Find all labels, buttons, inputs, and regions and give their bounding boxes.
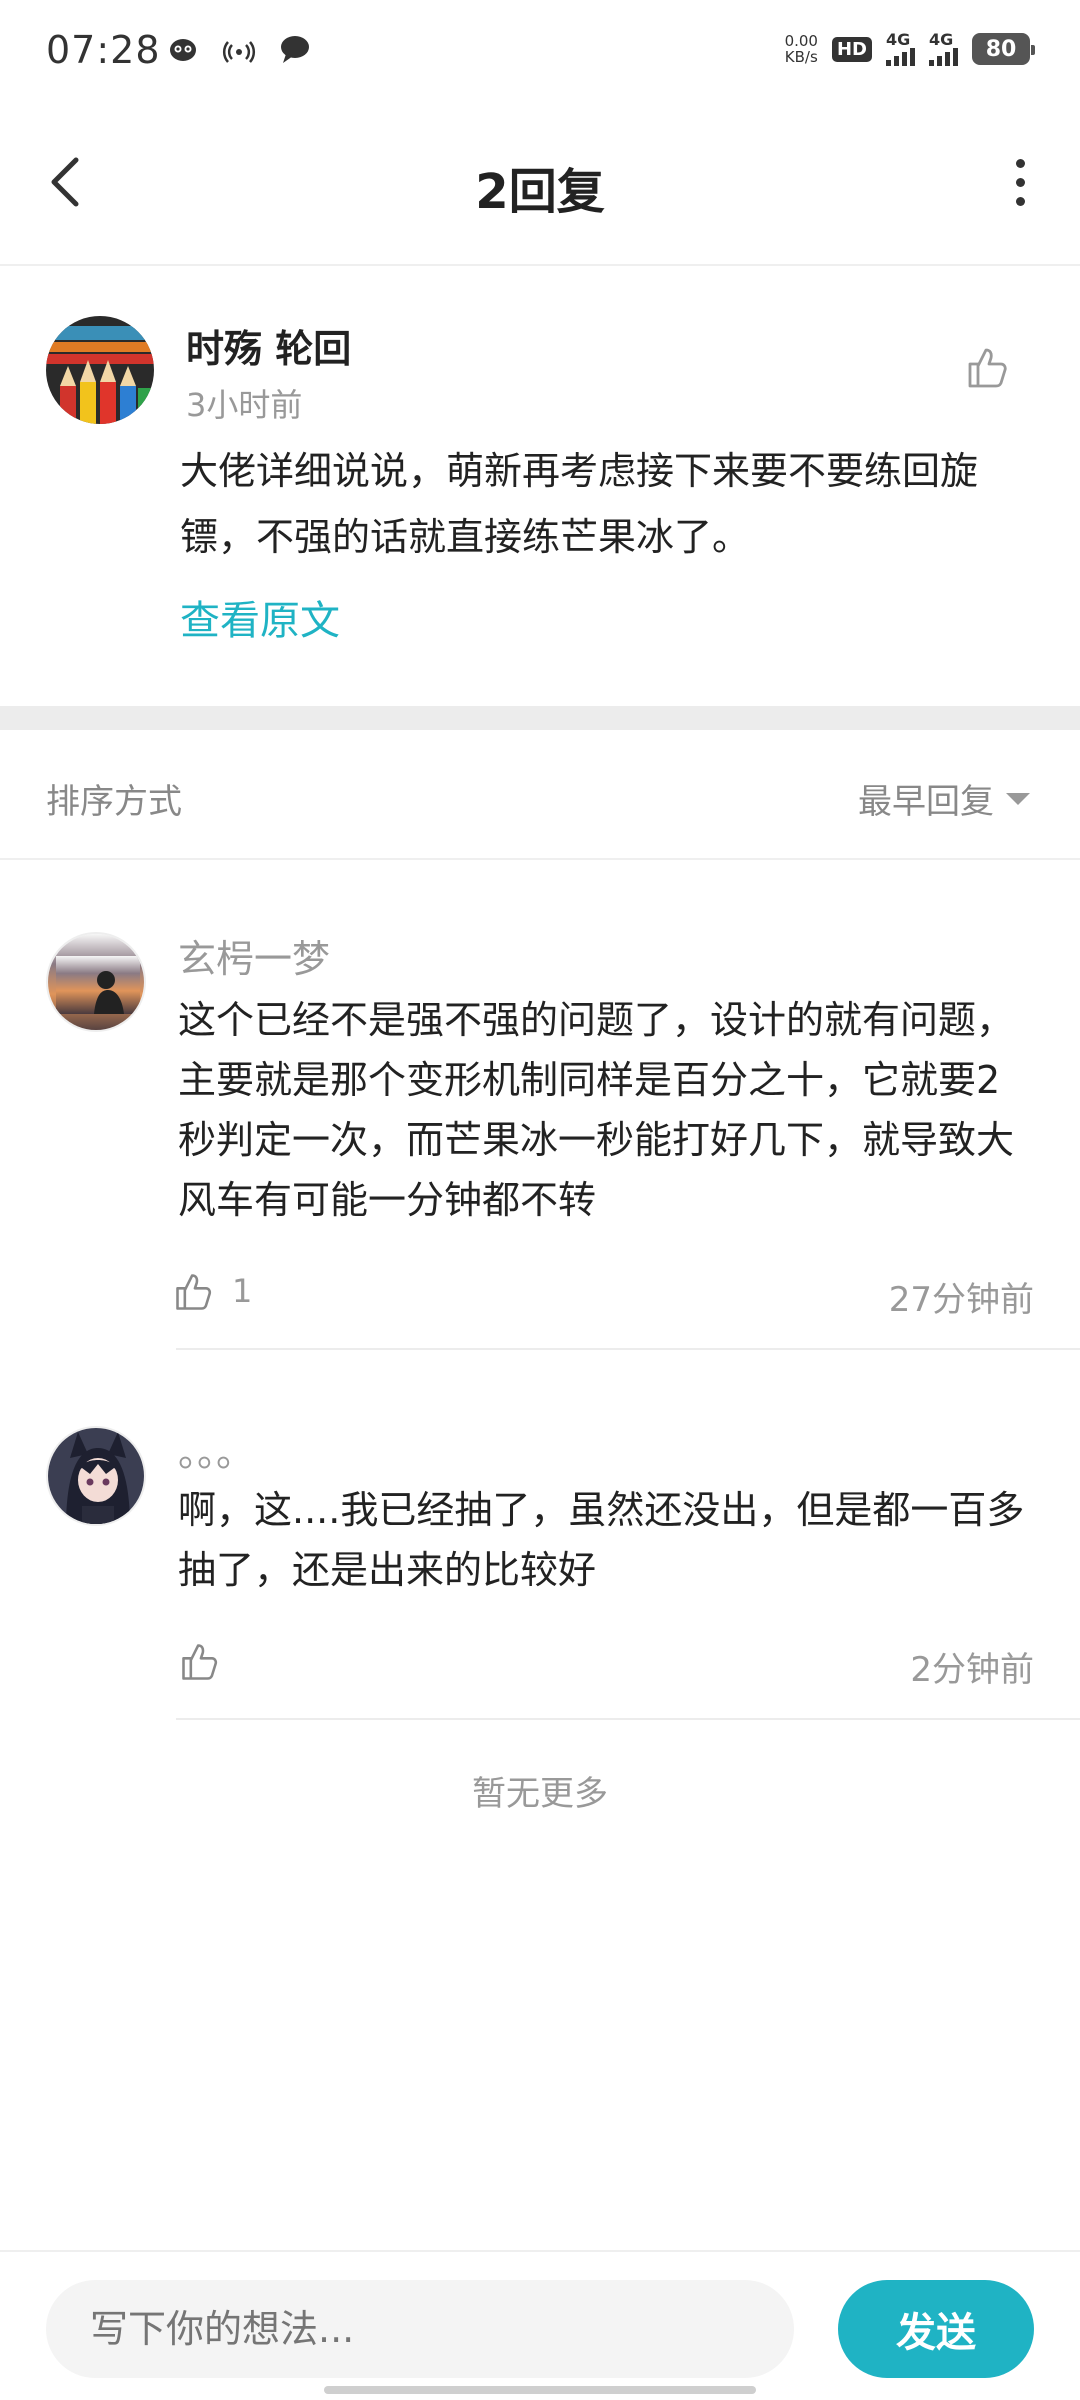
reply-divider (176, 1348, 1080, 1350)
app-mascot-icon (170, 39, 196, 61)
reply-author-name[interactable]: 。。。 (178, 1422, 254, 1477)
signal-sim1-icon: 4G (886, 32, 915, 66)
colored-pencils-avatar-image (46, 316, 154, 424)
sort-selected-value: 最早回复 (858, 782, 994, 822)
home-indicator[interactable] (324, 2386, 756, 2394)
sort-label: 排序方式 (46, 782, 182, 822)
network-speed: 0.00 KB/s (784, 32, 818, 66)
avatar[interactable] (46, 1426, 146, 1526)
page-title: 2回复 (475, 164, 605, 220)
sort-dropdown[interactable]: 最早回复 (858, 774, 1030, 823)
hd-voice-icon: HD (831, 36, 872, 62)
comment-content: 大佬详细说说，萌新再考虑接下来要不要练回旋镖，不强的话就直接练芒果冰了。 (180, 449, 979, 559)
avatar[interactable] (46, 316, 154, 424)
like-count: 1 (232, 1272, 253, 1310)
hotspot-icon (223, 41, 255, 63)
thumbs-up-icon[interactable] (172, 1270, 216, 1314)
section-divider (0, 706, 1080, 730)
nav-bar: 2回复 (0, 100, 1080, 266)
no-more-label: 暂无更多 (472, 1774, 608, 1814)
reply-composer: 发送 (0, 2250, 1080, 2400)
reply-content: 啊，这....我已经抽了，虽然还没出，但是都一百多抽了，还是出来的比较好 (178, 1488, 1025, 1592)
avatar[interactable] (46, 932, 146, 1032)
thumbs-up-icon[interactable] (178, 1640, 222, 1684)
status-notification-icons (166, 32, 312, 66)
reply-input[interactable] (46, 2280, 794, 2378)
reply-time: 27分钟前 (888, 1280, 1034, 1320)
reply-divider (176, 1718, 1080, 1720)
caret-down-icon (1006, 792, 1030, 805)
view-original-link[interactable]: 查看原文 (180, 588, 340, 646)
reply-time: 2分钟前 (910, 1650, 1034, 1690)
original-comment: 时殇 轮回 3小时前 大佬详细说说，萌新再考虑接下来要不要练回旋镖，不强的话就直… (0, 268, 1080, 708)
thumbs-up-icon[interactable] (964, 344, 1012, 392)
battery-icon: 80 (972, 33, 1035, 65)
reply-author-name[interactable]: 玄枵一梦 (178, 928, 330, 983)
more-options-icon[interactable] (990, 150, 1050, 214)
anime-girl-avatar-image (48, 1428, 144, 1524)
signal-sim2-icon: 4G (929, 32, 958, 66)
reply-page: 07:28 0.00 KB/s HD 4G 4G 80 2回复 时殇 轮回 3小… (0, 0, 1080, 2400)
status-time: 07:28 (46, 28, 161, 72)
author-name[interactable]: 时殇 轮回 (186, 318, 351, 373)
sunset-silhouette-avatar-image (48, 934, 144, 1030)
status-bar: 07:28 0.00 KB/s HD 4G 4G 80 (0, 0, 1080, 100)
status-system-icons: 0.00 KB/s HD 4G 4G 80 (784, 32, 1035, 66)
send-button[interactable]: 发送 (838, 2280, 1034, 2378)
reply-content: 这个已经不是强不强的问题了，设计的就有问题，主要就是那个变形机制同样是百分之十，… (178, 998, 1015, 1222)
sort-bar: 排序方式 最早回复 (0, 730, 1080, 860)
post-time: 3小时前 (186, 386, 303, 424)
message-bubble-icon (281, 36, 309, 63)
